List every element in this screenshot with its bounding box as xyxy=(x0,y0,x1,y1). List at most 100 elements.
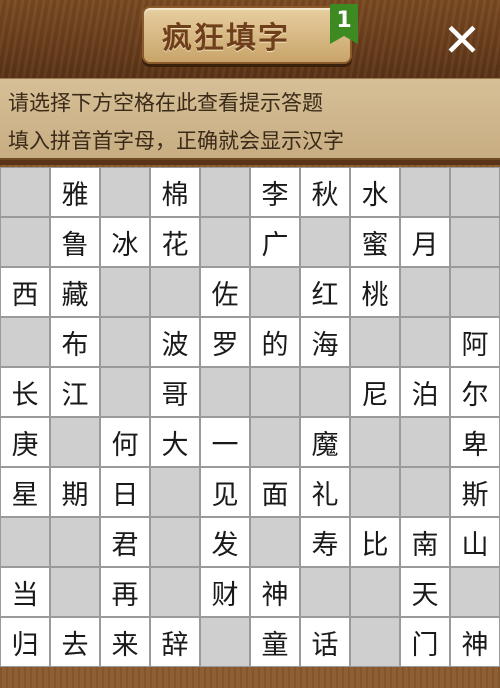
empty-cell[interactable] xyxy=(350,417,400,467)
empty-cell[interactable] xyxy=(350,617,400,667)
empty-cell[interactable] xyxy=(450,267,500,317)
empty-cell[interactable] xyxy=(0,167,50,217)
filled-cell[interactable]: 月 xyxy=(400,217,450,267)
filled-cell[interactable]: 日 xyxy=(100,467,150,517)
filled-cell[interactable]: 泊 xyxy=(400,367,450,417)
filled-cell[interactable]: 一 xyxy=(200,417,250,467)
empty-cell[interactable] xyxy=(450,567,500,617)
filled-cell[interactable]: 雅 xyxy=(50,167,100,217)
filled-cell[interactable]: 财 xyxy=(200,567,250,617)
filled-cell[interactable]: 童 xyxy=(250,617,300,667)
filled-cell[interactable]: 水 xyxy=(350,167,400,217)
filled-cell[interactable]: 卑 xyxy=(450,417,500,467)
empty-cell[interactable] xyxy=(350,317,400,367)
filled-cell[interactable]: 天 xyxy=(400,567,450,617)
empty-cell[interactable] xyxy=(200,217,250,267)
filled-cell[interactable]: 西 xyxy=(0,267,50,317)
empty-cell[interactable] xyxy=(400,417,450,467)
filled-cell[interactable]: 佐 xyxy=(200,267,250,317)
filled-cell[interactable]: 斯 xyxy=(450,467,500,517)
close-button[interactable]: ✕ xyxy=(438,16,486,64)
filled-cell[interactable]: 寿 xyxy=(300,517,350,567)
filled-cell[interactable]: 发 xyxy=(200,517,250,567)
empty-cell[interactable] xyxy=(150,467,200,517)
empty-cell[interactable] xyxy=(300,217,350,267)
filled-cell[interactable]: 庚 xyxy=(0,417,50,467)
empty-cell[interactable] xyxy=(100,267,150,317)
filled-cell[interactable]: 山 xyxy=(450,517,500,567)
filled-cell[interactable]: 何 xyxy=(100,417,150,467)
empty-cell[interactable] xyxy=(200,167,250,217)
filled-cell[interactable]: 比 xyxy=(350,517,400,567)
filled-cell[interactable]: 江 xyxy=(50,367,100,417)
filled-cell[interactable]: 来 xyxy=(100,617,150,667)
filled-cell[interactable]: 棉 xyxy=(150,167,200,217)
filled-cell[interactable]: 辞 xyxy=(150,617,200,667)
empty-cell[interactable] xyxy=(400,267,450,317)
filled-cell[interactable]: 南 xyxy=(400,517,450,567)
empty-cell[interactable] xyxy=(450,167,500,217)
filled-cell[interactable]: 广 xyxy=(250,217,300,267)
filled-cell[interactable]: 期 xyxy=(50,467,100,517)
filled-cell[interactable]: 星 xyxy=(0,467,50,517)
filled-cell[interactable]: 波 xyxy=(150,317,200,367)
empty-cell[interactable] xyxy=(250,417,300,467)
empty-cell[interactable] xyxy=(150,517,200,567)
filled-cell[interactable]: 藏 xyxy=(50,267,100,317)
filled-cell[interactable]: 门 xyxy=(400,617,450,667)
empty-cell[interactable] xyxy=(200,367,250,417)
empty-cell[interactable] xyxy=(100,367,150,417)
filled-cell[interactable]: 魔 xyxy=(300,417,350,467)
filled-cell[interactable]: 的 xyxy=(250,317,300,367)
filled-cell[interactable]: 哥 xyxy=(150,367,200,417)
empty-cell[interactable] xyxy=(100,317,150,367)
empty-cell[interactable] xyxy=(150,267,200,317)
empty-cell[interactable] xyxy=(400,167,450,217)
filled-cell[interactable]: 长 xyxy=(0,367,50,417)
empty-cell[interactable] xyxy=(150,567,200,617)
filled-cell[interactable]: 罗 xyxy=(200,317,250,367)
empty-cell[interactable] xyxy=(0,217,50,267)
filled-cell[interactable]: 尼 xyxy=(350,367,400,417)
filled-cell[interactable]: 布 xyxy=(50,317,100,367)
empty-cell[interactable] xyxy=(350,467,400,517)
empty-cell[interactable] xyxy=(50,417,100,467)
filled-cell[interactable]: 神 xyxy=(250,567,300,617)
empty-cell[interactable] xyxy=(50,517,100,567)
filled-cell[interactable]: 蜜 xyxy=(350,217,400,267)
empty-cell[interactable] xyxy=(250,267,300,317)
filled-cell[interactable]: 秋 xyxy=(300,167,350,217)
filled-cell[interactable]: 再 xyxy=(100,567,150,617)
filled-cell[interactable]: 当 xyxy=(0,567,50,617)
filled-cell[interactable]: 面 xyxy=(250,467,300,517)
empty-cell[interactable] xyxy=(250,517,300,567)
filled-cell[interactable]: 归 xyxy=(0,617,50,667)
filled-cell[interactable]: 去 xyxy=(50,617,100,667)
empty-cell[interactable] xyxy=(300,567,350,617)
empty-cell[interactable] xyxy=(250,367,300,417)
filled-cell[interactable]: 阿 xyxy=(450,317,500,367)
empty-cell[interactable] xyxy=(200,617,250,667)
filled-cell[interactable]: 冰 xyxy=(100,217,150,267)
empty-cell[interactable] xyxy=(350,567,400,617)
filled-cell[interactable]: 大 xyxy=(150,417,200,467)
filled-cell[interactable]: 礼 xyxy=(300,467,350,517)
empty-cell[interactable] xyxy=(400,467,450,517)
filled-cell[interactable]: 尔 xyxy=(450,367,500,417)
filled-cell[interactable]: 话 xyxy=(300,617,350,667)
empty-cell[interactable] xyxy=(300,367,350,417)
filled-cell[interactable]: 花 xyxy=(150,217,200,267)
filled-cell[interactable]: 君 xyxy=(100,517,150,567)
filled-cell[interactable]: 鲁 xyxy=(50,217,100,267)
empty-cell[interactable] xyxy=(100,167,150,217)
filled-cell[interactable]: 见 xyxy=(200,467,250,517)
empty-cell[interactable] xyxy=(50,567,100,617)
empty-cell[interactable] xyxy=(400,317,450,367)
empty-cell[interactable] xyxy=(0,317,50,367)
filled-cell[interactable]: 红 xyxy=(300,267,350,317)
empty-cell[interactable] xyxy=(0,517,50,567)
filled-cell[interactable]: 神 xyxy=(450,617,500,667)
empty-cell[interactable] xyxy=(450,217,500,267)
filled-cell[interactable]: 李 xyxy=(250,167,300,217)
filled-cell[interactable]: 海 xyxy=(300,317,350,367)
